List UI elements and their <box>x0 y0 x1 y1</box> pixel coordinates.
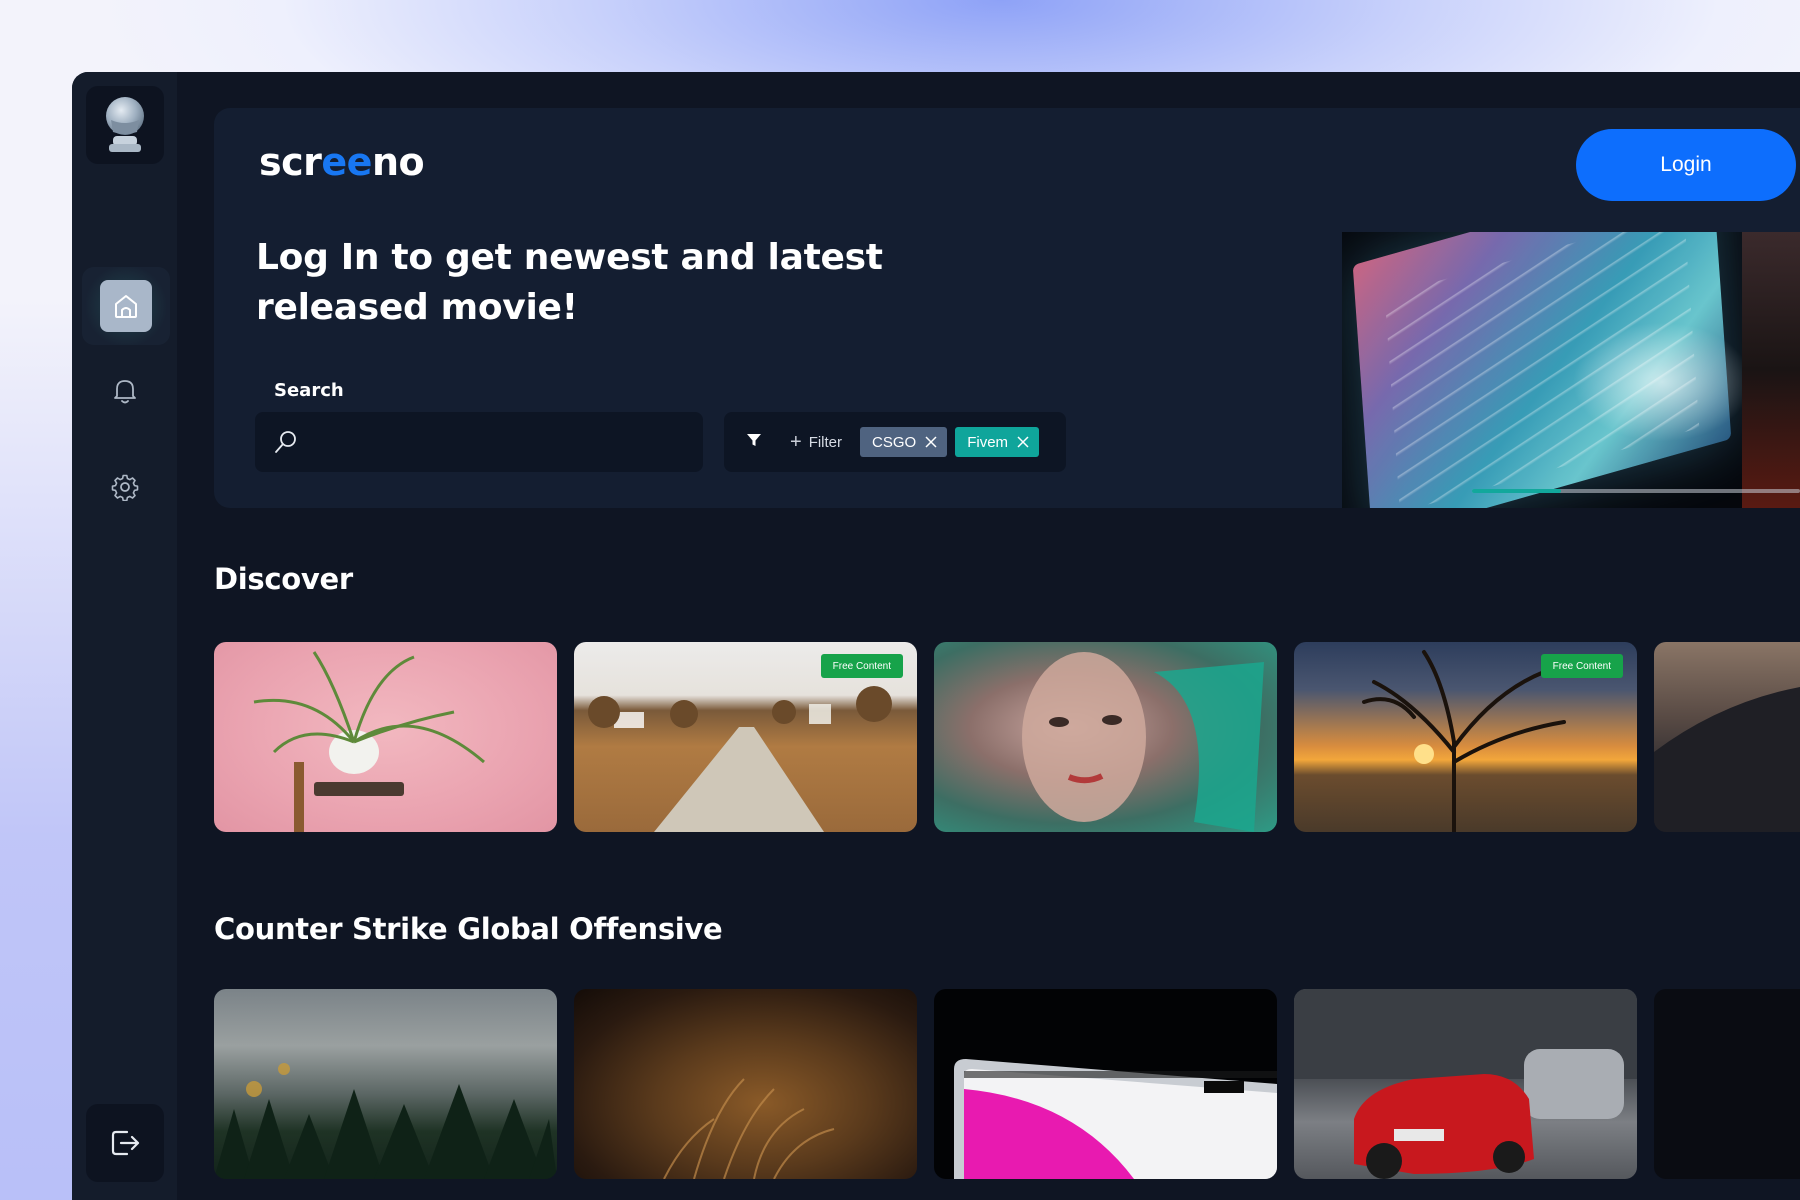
carousel-progress-fill <box>1472 489 1561 493</box>
media-card[interactable] <box>934 989 1277 1179</box>
sidebar-item-settings[interactable] <box>106 468 144 506</box>
card-image <box>1654 687 1800 832</box>
hero-carousel-image[interactable] <box>1342 232 1800 508</box>
card-image <box>663 1078 835 1179</box>
media-card[interactable]: Free Content <box>1294 642 1637 832</box>
card-image <box>954 1059 1277 1179</box>
media-card[interactable] <box>1654 642 1800 832</box>
background-bokeh <box>1742 232 1800 508</box>
media-card[interactable] <box>934 642 1277 832</box>
sidebar <box>72 72 177 1200</box>
chip-label: CSGO <box>872 433 917 451</box>
add-filter-button[interactable]: + Filter <box>790 432 842 452</box>
login-button[interactable]: Login <box>1576 129 1796 201</box>
bell-icon <box>114 380 136 404</box>
search-box[interactable] <box>255 412 703 472</box>
close-icon[interactable] <box>925 436 937 448</box>
app-logo[interactable]: screeno <box>259 140 425 184</box>
media-card[interactable] <box>1654 989 1800 1179</box>
home-button[interactable] <box>100 280 152 332</box>
section-title-csgo: Counter Strike Global Offensive <box>214 912 723 946</box>
card-image <box>253 651 485 832</box>
logout-button[interactable] <box>86 1104 164 1182</box>
filter-bar: + Filter CSGO Fivem <box>724 412 1066 472</box>
filter-funnel-icon[interactable] <box>746 432 762 452</box>
media-card[interactable]: Free Content <box>574 642 917 832</box>
app-window: screeno Login Log In to get newest and l… <box>72 72 1800 1200</box>
filter-chip-fivem[interactable]: Fivem <box>955 427 1040 457</box>
page-headline: Log In to get newest and latest released… <box>256 237 883 328</box>
filter-chip-csgo[interactable]: CSGO <box>860 427 948 457</box>
home-icon <box>115 295 137 318</box>
screen-glare <box>1572 322 1752 442</box>
media-card[interactable] <box>1294 989 1637 1179</box>
logo-text-end: no <box>371 140 425 184</box>
section-title-discover: Discover <box>214 562 353 596</box>
hero-panel: screeno Login Log In to get newest and l… <box>214 108 1800 508</box>
logo-text-accent: ee <box>321 140 372 184</box>
search-input[interactable] <box>311 433 691 451</box>
logo-text-start: scr <box>259 140 322 184</box>
card-image <box>1294 989 1637 1179</box>
gear-icon <box>111 474 139 501</box>
free-content-badge: Free Content <box>1540 654 1623 678</box>
card-image <box>214 1063 557 1179</box>
sidebar-item-home[interactable] <box>82 267 170 345</box>
media-card[interactable] <box>574 989 917 1179</box>
chip-label: Fivem <box>967 433 1009 451</box>
media-card[interactable] <box>214 989 557 1179</box>
filter-label: Filter <box>808 433 843 451</box>
avatar-image <box>106 97 144 152</box>
search-label: Search <box>274 380 344 401</box>
avatar[interactable] <box>86 86 164 164</box>
card-image <box>1022 652 1264 832</box>
logout-icon <box>111 1130 140 1156</box>
media-card[interactable] <box>214 642 557 832</box>
free-content-badge: Free Content <box>820 654 903 678</box>
close-icon[interactable] <box>1017 436 1029 448</box>
plus-icon: + <box>790 431 802 453</box>
carousel-progress[interactable] <box>1472 489 1800 493</box>
search-icon <box>275 431 296 453</box>
sidebar-item-notifications[interactable] <box>106 372 144 410</box>
